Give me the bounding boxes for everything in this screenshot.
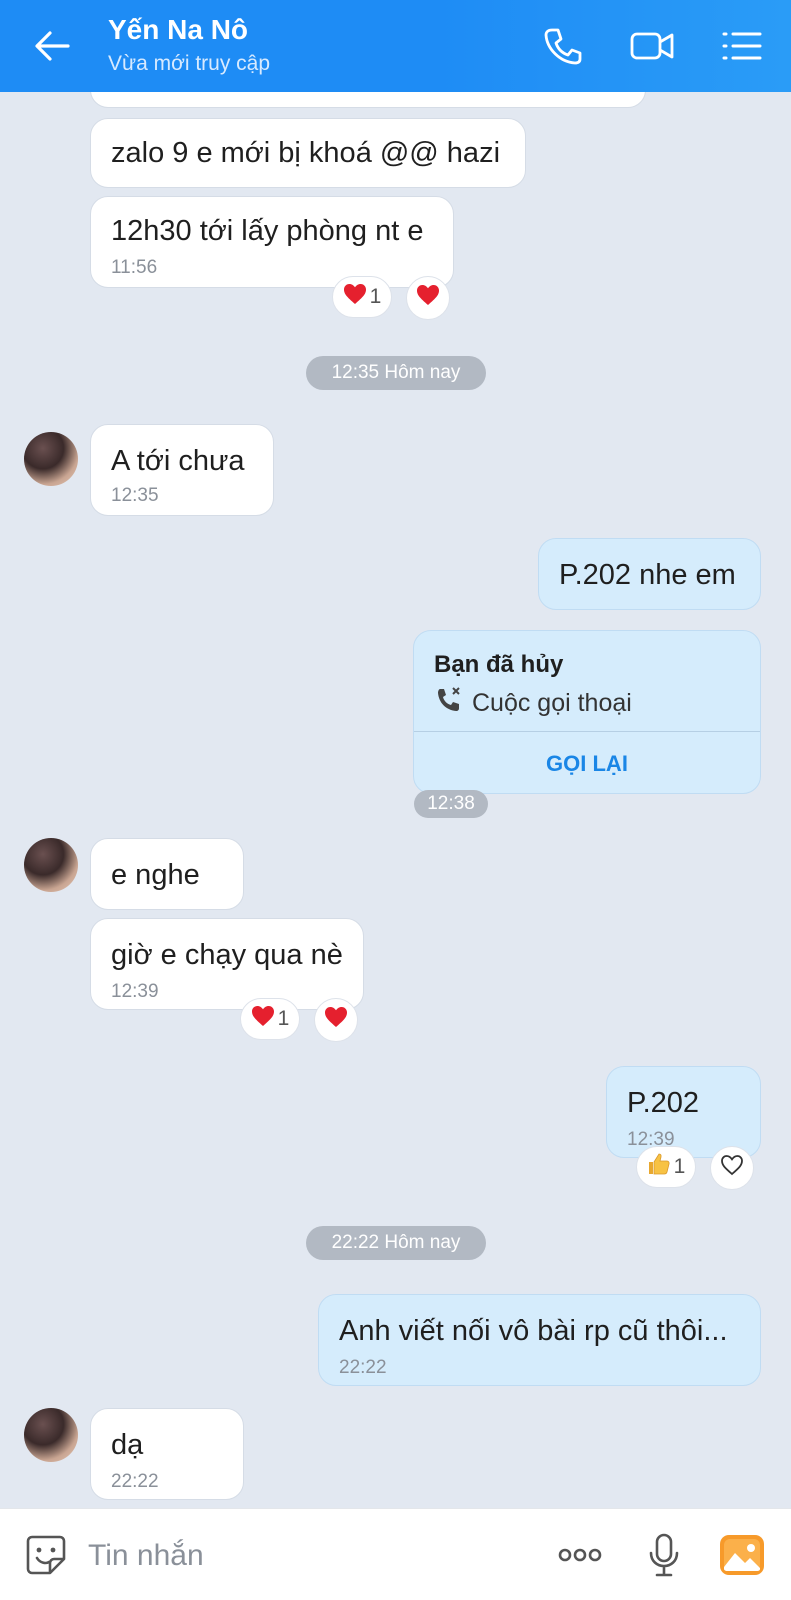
reaction-summary[interactable]: 1 xyxy=(636,1146,696,1188)
heart-icon xyxy=(251,1005,275,1033)
message-time-badge: 12:38 xyxy=(414,790,488,818)
thumbs-up-icon xyxy=(647,1152,671,1182)
react-button[interactable] xyxy=(406,276,450,320)
message-bubble[interactable]: P.202 nhe em xyxy=(538,538,761,610)
contact-status: Vừa mới truy cập xyxy=(108,52,271,75)
message-bubble-partial[interactable] xyxy=(90,92,646,108)
call-card[interactable]: Bạn đã hủy Cuộc gọi thoại GỌI LẠI xyxy=(413,630,761,794)
message-time: 11:56 xyxy=(111,257,158,278)
message-time: 12:35 xyxy=(111,485,159,506)
message-bubble[interactable]: e nghe xyxy=(90,838,244,910)
back-arrow-icon[interactable] xyxy=(28,22,76,70)
microphone-icon[interactable] xyxy=(640,1531,688,1579)
message-text: P.202 nhe em xyxy=(559,559,736,591)
message-time: 12:39 xyxy=(111,981,159,1002)
message-bubble[interactable]: Anh viết nối vô bài rp cũ thôi... 22:22 xyxy=(318,1294,761,1386)
date-separator: 12:35 Hôm nay xyxy=(306,356,486,390)
missed-call-icon xyxy=(434,685,464,715)
avatar[interactable] xyxy=(24,838,78,892)
react-button[interactable] xyxy=(314,998,358,1042)
sticker-icon[interactable] xyxy=(22,1531,70,1579)
message-bubble[interactable]: A tới chưa 12:35 xyxy=(90,424,274,516)
image-icon[interactable] xyxy=(718,1531,766,1579)
reaction-count: 1 xyxy=(369,285,382,308)
message-text: A tới chưa xyxy=(111,445,245,477)
heart-outline-icon xyxy=(720,1154,744,1182)
call-subtitle: Cuộc gọi thoại xyxy=(472,689,632,717)
heart-icon xyxy=(324,1006,348,1034)
message-input-bar: Tin nhắn xyxy=(0,1508,791,1600)
phone-icon[interactable] xyxy=(538,22,586,70)
call-title: Bạn đã hủy xyxy=(434,651,564,678)
date-separator: 22:22 Hôm nay xyxy=(306,1226,486,1260)
message-bubble[interactable]: 12h30 tới lấy phòng nt e 11:56 xyxy=(90,196,454,288)
avatar[interactable] xyxy=(24,432,78,486)
reaction-count: 1 xyxy=(277,1007,290,1030)
reaction-summary[interactable]: 1 xyxy=(332,276,392,318)
message-time: 22:22 xyxy=(111,1471,159,1492)
message-text: dạ xyxy=(111,1429,144,1461)
message-bubble[interactable]: P.202 12:39 xyxy=(606,1066,761,1158)
message-text: Anh viết nối vô bài rp cũ thôi... xyxy=(339,1315,728,1347)
heart-icon xyxy=(416,284,440,312)
message-bubble[interactable]: giờ e chạy qua nè 12:39 xyxy=(90,918,364,1010)
video-call-icon[interactable] xyxy=(628,22,676,70)
heart-icon xyxy=(343,283,367,311)
message-time: 22:22 xyxy=(339,1357,387,1378)
menu-list-icon[interactable] xyxy=(718,22,766,70)
contact-name[interactable]: Yến Na Nô xyxy=(108,14,248,46)
message-input[interactable]: Tin nhắn xyxy=(88,1539,204,1573)
reaction-summary[interactable]: 1 xyxy=(240,998,300,1040)
message-text: 12h30 tới lấy phòng nt e xyxy=(111,215,424,247)
message-text: zalo 9 e mới bị khoá @@ hazi xyxy=(111,137,501,169)
chat-area[interactable]: zalo 9 e mới bị khoá @@ hazi 12h30 tới l… xyxy=(0,92,791,1508)
call-back-button[interactable]: GỌI LẠI xyxy=(414,732,760,793)
reaction-count: 1 xyxy=(673,1155,686,1178)
message-text: giờ e chạy qua nè xyxy=(111,939,343,971)
message-text: P.202 xyxy=(627,1087,700,1119)
message-text: e nghe xyxy=(111,859,200,891)
avatar[interactable] xyxy=(24,1408,78,1462)
chat-header: Yến Na Nô Vừa mới truy cập xyxy=(0,0,791,92)
react-button[interactable] xyxy=(710,1146,754,1190)
message-bubble[interactable]: dạ 22:22 xyxy=(90,1408,244,1500)
message-bubble[interactable]: zalo 9 e mới bị khoá @@ hazi xyxy=(90,118,526,188)
more-icon[interactable] xyxy=(556,1531,604,1579)
